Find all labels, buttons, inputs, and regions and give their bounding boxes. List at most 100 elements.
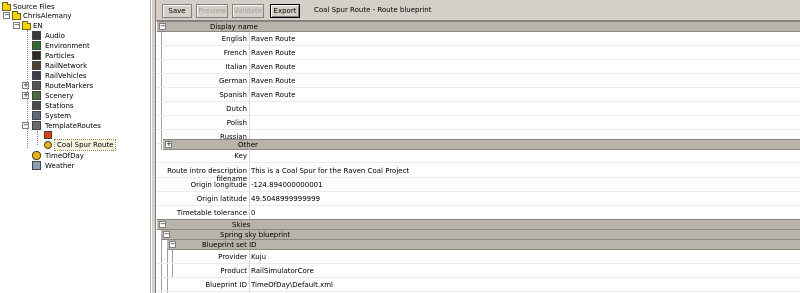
field-row-longitude: Origin longitude -124.894000000001 [156,178,800,192]
lang-row-german: German Raven Route [156,74,800,88]
templateroutes-icon [32,121,41,130]
tree-item-timeofday[interactable]: TimeOfDay [22,151,142,161]
preview-button[interactable]: Preview [196,4,228,18]
file-tree[interactable]: Source Files − ChrisAlemany − EN Audio E… [0,0,151,293]
text-field-timetable-tolerance[interactable]: 0 [251,209,255,217]
audio-icon [32,31,41,40]
product-row: Product RailSimulatorCore [156,264,800,278]
railvehicles-icon [32,71,41,80]
collapse-icon[interactable]: − [3,12,10,19]
field-label: Origin latitude [196,195,247,203]
collapse-icon[interactable]: − [13,22,20,29]
folder-open-icon [12,11,21,20]
tree-item-environment[interactable]: Environment [22,41,142,51]
validate-button[interactable]: Validate [232,4,264,18]
route-globe-icon [44,141,52,149]
weather-icon [32,161,41,170]
railnetwork-icon [32,61,41,70]
collapse-icon[interactable]: − [159,23,166,30]
tree-item-railvehicles[interactable]: RailVehicles [22,71,142,81]
field-label: German [218,77,247,85]
tree-node-lang[interactable]: − EN [12,21,142,31]
lang-row-dutch: Dutch [156,102,800,116]
stations-icon [32,101,41,110]
tree-node-author[interactable]: − ChrisAlemany [2,11,142,21]
section-title: Blueprint set ID [202,241,257,249]
text-field-origin-latitude[interactable]: 49.5048999999999 [251,195,320,203]
field-label: Timetable tolerance [176,209,247,217]
section-title: Skies [232,221,251,229]
route-flame-icon [44,131,52,139]
tree-item-scenery[interactable]: + Scenery [22,91,142,101]
tree-item-label: TimeOfDay [45,152,84,160]
tree-item-label: Particles [45,52,75,60]
tree-item-particles[interactable]: Particles [22,51,142,61]
field-label: Key [234,152,247,160]
field-label: English [221,35,247,43]
text-field-origin-longitude[interactable]: -124.894000000001 [251,181,323,189]
expand-icon[interactable]: + [22,82,29,89]
folder-open-icon [22,21,31,30]
selected-route-label: Coal Spur Route [53,139,117,151]
lang-row-polish: Polish [156,116,800,130]
field-label: Polish [226,119,247,127]
collapse-icon[interactable]: − [159,221,166,228]
field-row-latitude: Origin latitude 49.5048999999999 [156,192,800,206]
tree-item-label: RailNetwork [45,62,88,70]
field-label: Spanish [219,91,247,99]
routemarkers-icon [32,81,41,90]
text-field-blueprint-id[interactable]: TimeOfDay\Default.xml [251,281,333,289]
export-button[interactable]: Export [270,4,300,18]
tree-item-label: Scenery [45,92,74,100]
blueprint-id-row: Blueprint ID TimeOfDay\Default.xml [156,278,800,292]
timeofday-icon [32,151,41,160]
tree-item-weather[interactable]: Weather [22,161,142,171]
tree-item-railnetwork[interactable]: RailNetwork [22,61,142,71]
tree-item-label: RouteMarkers [45,82,94,90]
tree-item-system[interactable]: System [22,111,142,121]
text-field-italian[interactable]: Raven Route [251,63,295,71]
folder-open-icon [2,2,11,11]
tree-item-audio[interactable]: Audio [22,31,142,41]
expand-icon[interactable]: + [22,92,29,99]
save-button[interactable]: Save [162,4,192,18]
particles-icon [32,51,41,60]
lang-row-english: English Raven Route [156,32,800,46]
field-label: Provider [218,253,247,261]
collapse-icon[interactable]: − [163,231,170,238]
field-label: Italian [225,63,247,71]
text-field-product[interactable]: RailSimulatorCore [251,267,314,275]
toolbar: Save Preview Validate Export Coal Spur R… [156,0,800,20]
text-field-spanish[interactable]: Raven Route [251,91,295,99]
field-label: French [223,49,247,57]
section-blueprint-set[interactable]: − Blueprint set ID [167,239,800,250]
editor-pane: Save Preview Validate Export Coal Spur R… [156,0,800,293]
lang-row-spanish: Spanish Raven Route [156,88,800,102]
field-label: Dutch [226,105,247,113]
collapse-icon[interactable]: − [22,122,29,129]
tree-item-templateroutes[interactable]: − TemplateRoutes [22,121,142,131]
tree-item-label: TemplateRoutes [45,122,101,130]
field-label: Product [220,267,247,275]
system-icon [32,111,41,120]
expand-icon[interactable]: + [165,141,172,148]
text-field-german[interactable]: Raven Route [251,77,295,85]
tree-node-author-label: ChrisAlemany [23,12,72,20]
tree-item-label: System [45,112,72,120]
provider-row: Provider Kuju [156,250,800,264]
document-title: Coal Spur Route - Route blueprint [314,6,432,14]
section-title: Spring sky blueprint [220,231,291,239]
tree-item-coal-spur-route[interactable]: Coal Spur Route [44,131,144,151]
tree-item-routemarkers[interactable]: + RouteMarkers [22,81,142,91]
text-field-english[interactable]: Raven Route [251,35,295,43]
section-title: Display name [210,23,258,31]
tree-item-label: Audio [45,32,65,40]
text-field-french[interactable]: Raven Route [251,49,295,57]
section-display-name[interactable]: − Display name [157,21,800,32]
collapse-icon[interactable]: − [169,241,176,248]
section-title: Other [238,141,258,149]
text-field-intro-filename[interactable]: This is a Coal Spur for the Raven Coal P… [251,167,409,175]
tree-item-label: Environment [45,42,90,50]
text-field-provider[interactable]: Kuju [251,253,266,261]
tree-item-stations[interactable]: Stations [22,101,142,111]
